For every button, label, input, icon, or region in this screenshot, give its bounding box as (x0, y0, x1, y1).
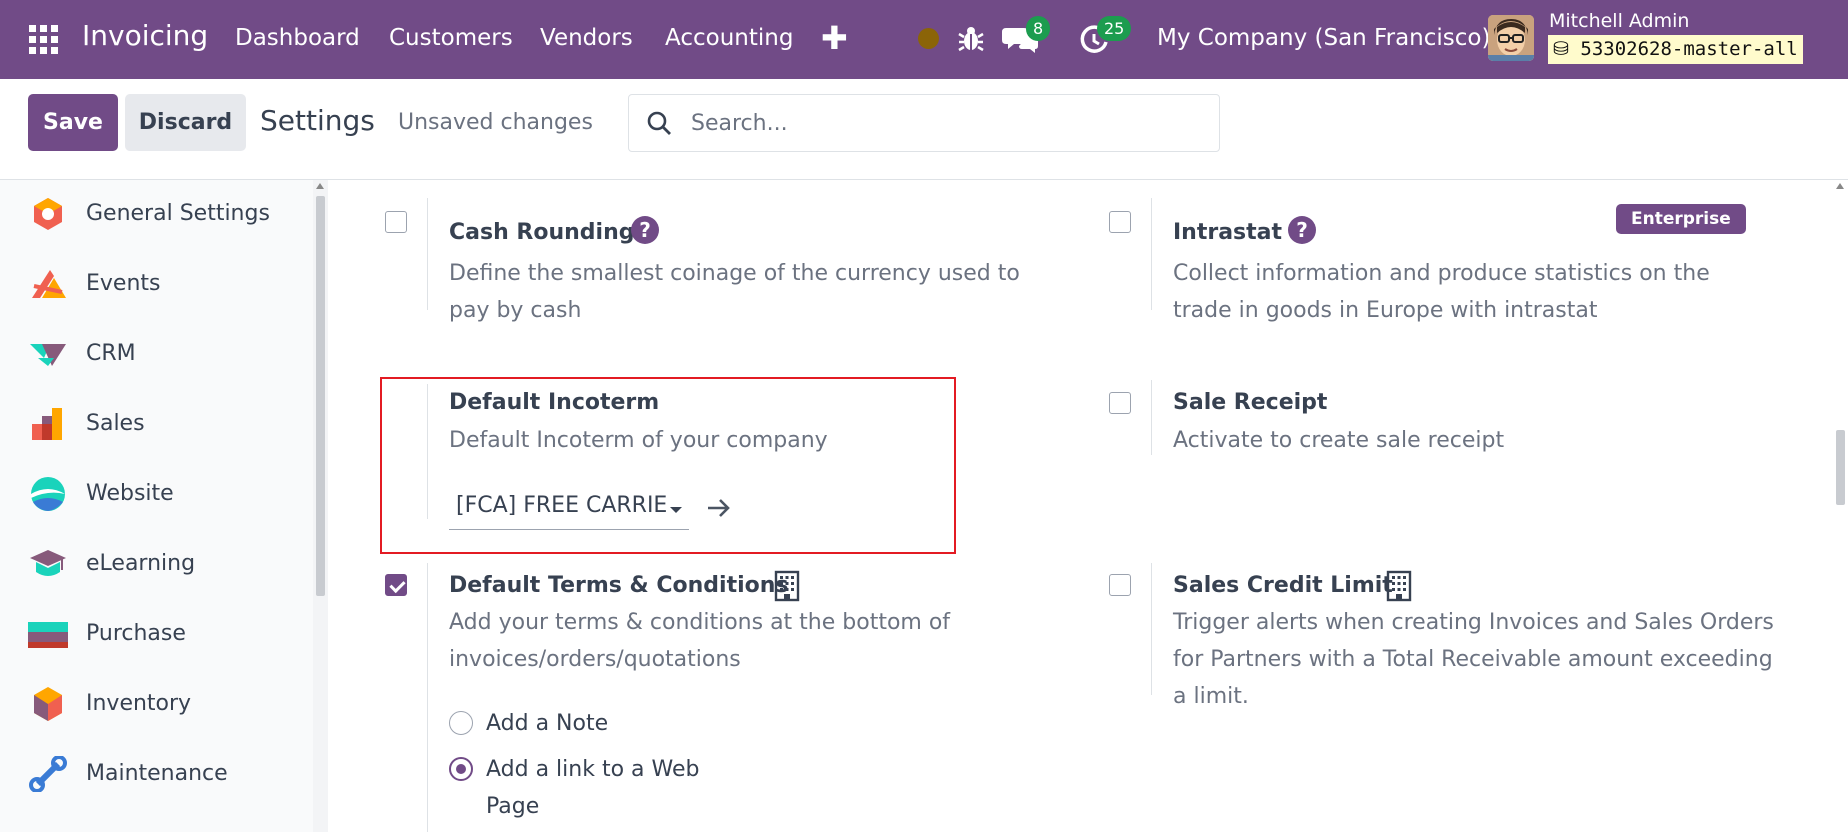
plus-icon[interactable]: ✚ (821, 19, 848, 57)
app-name[interactable]: Invoicing (82, 19, 208, 52)
intrastat-description: Collect information and produce statisti… (1173, 261, 1710, 323)
elearning-icon (28, 546, 68, 582)
terms-conditions-description: Add your terms & conditions at the botto… (449, 610, 951, 672)
search-box[interactable] (628, 94, 1220, 152)
sidebar-item-label: Events (86, 271, 161, 296)
help-icon[interactable]: ? (631, 216, 659, 244)
website-icon (28, 476, 68, 512)
company-building-icon (774, 570, 800, 606)
sales-credit-limit-title: Sales Credit Limit (1173, 573, 1393, 598)
user-avatar[interactable] (1488, 15, 1534, 61)
user-name[interactable]: Mitchell Admin (1549, 10, 1689, 32)
database-badge: ⛁ 53302628-master-all (1548, 35, 1803, 64)
menu-customers[interactable]: Customers (389, 25, 513, 51)
bug-icon[interactable] (956, 24, 986, 58)
database-name: 53302628-master-all (1580, 38, 1798, 60)
terms-conditions-title: Default Terms & Conditions (449, 573, 789, 598)
database-icon: ⛁ (1553, 38, 1569, 60)
sidebar-item-label: eLearning (86, 551, 196, 576)
inventory-icon (28, 686, 68, 722)
enterprise-badge[interactable]: Enterprise (1616, 204, 1746, 234)
discard-button[interactable]: Discard (125, 94, 246, 151)
general-settings-icon (28, 196, 68, 232)
divider (1151, 380, 1152, 455)
sidebar-item-label: Purchase (86, 621, 186, 646)
sidebar-item-label: Website (86, 481, 174, 506)
chat-count-badge: 8 (1026, 16, 1051, 41)
menu-accounting[interactable]: Accounting (665, 25, 793, 51)
intrastat-title: Intrastat (1173, 220, 1283, 245)
sidebar-item-label: General Settings (86, 201, 270, 226)
chevron-down-icon (670, 507, 682, 513)
company-building-icon (1386, 570, 1412, 606)
sidebar-item-label: CRM (86, 341, 136, 366)
app-grid-icon[interactable] (29, 25, 62, 54)
settings-sidebar: General Settings Events CRM Sales Websit… (0, 180, 328, 832)
add-note-radio[interactable] (449, 711, 473, 735)
sales-credit-limit-description: Trigger alerts when creating Invoices an… (1173, 610, 1774, 709)
divider (1151, 198, 1152, 310)
incoterm-select[interactable]: [FCA] FREE CARRIE (449, 487, 689, 530)
default-incoterm-description: Default Incoterm of your company (449, 428, 828, 453)
add-note-label[interactable]: Add a Note (486, 705, 746, 742)
sale-receipt-checkbox[interactable] (1109, 392, 1131, 414)
crm-icon (28, 336, 68, 372)
sidebar-item-inventory[interactable]: Inventory (0, 674, 310, 734)
control-panel: Save Discard Settings Unsaved changes (0, 79, 1848, 180)
sidebar-item-website[interactable]: Website (0, 464, 310, 524)
activity-count-badge: 25 (1097, 16, 1132, 41)
help-icon[interactable]: ? (1288, 216, 1316, 244)
sidebar-item-purchase[interactable]: Purchase (0, 604, 310, 664)
content-scrollbar[interactable] (1833, 180, 1848, 832)
divider (427, 563, 428, 832)
unsaved-changes-indicator: Unsaved changes (398, 110, 593, 135)
settings-content: Cash Rounding ? Define the smallest coin… (328, 180, 1833, 832)
purchase-icon (28, 616, 68, 652)
add-link-label[interactable]: Add a link to a Web Page (486, 751, 746, 825)
sidebar-item-sales[interactable]: Sales (0, 394, 310, 454)
terms-conditions-checkbox[interactable] (385, 574, 407, 596)
search-input[interactable] (691, 105, 1191, 141)
cash-rounding-checkbox[interactable] (385, 211, 407, 233)
cash-rounding-description: Define the smallest coinage of the curre… (449, 261, 1020, 323)
content-scroll-thumb[interactable] (1836, 430, 1845, 505)
sales-credit-limit-checkbox[interactable] (1109, 574, 1131, 596)
sidebar-item-label: Maintenance (86, 761, 228, 786)
status-dot[interactable] (918, 28, 939, 49)
sale-receipt-description: Activate to create sale receipt (1173, 428, 1505, 453)
divider (1151, 563, 1152, 695)
divider (427, 198, 428, 310)
sidebar-item-events[interactable]: Events (0, 254, 310, 314)
events-icon (28, 266, 68, 302)
sidebar-item-maintenance[interactable]: Maintenance (0, 744, 310, 804)
menu-dashboard[interactable]: Dashboard (235, 25, 360, 51)
sidebar-item-crm[interactable]: CRM (0, 324, 310, 384)
sidebar-item-elearning[interactable]: eLearning (0, 534, 310, 594)
add-link-radio[interactable] (449, 757, 473, 781)
divider (427, 384, 428, 519)
default-incoterm-title: Default Incoterm (449, 390, 660, 415)
sale-receipt-title: Sale Receipt (1173, 390, 1328, 415)
page-title: Settings (260, 104, 375, 137)
save-button[interactable]: Save (28, 94, 118, 151)
company-switcher[interactable]: My Company (San Francisco) (1157, 25, 1490, 51)
scroll-up-arrow-icon[interactable] (316, 183, 324, 189)
top-navbar: Invoicing Dashboard Customers Vendors Ac… (0, 0, 1848, 79)
incoterm-select-value: [FCA] FREE CARRIE (456, 493, 668, 518)
intrastat-checkbox[interactable] (1109, 211, 1131, 233)
external-link-arrow-icon[interactable] (706, 495, 732, 525)
scroll-up-arrow-icon[interactable] (1836, 183, 1844, 189)
sidebar-item-label: Inventory (86, 691, 192, 716)
maintenance-icon (28, 755, 68, 793)
menu-vendors[interactable]: Vendors (540, 25, 633, 51)
cash-rounding-title: Cash Rounding (449, 220, 635, 245)
sidebar-scrollbar[interactable] (313, 180, 328, 832)
sidebar-scroll-thumb[interactable] (316, 196, 325, 596)
search-icon (646, 110, 672, 140)
sales-icon (28, 406, 68, 442)
sidebar-item-label: Sales (86, 411, 145, 436)
sidebar-item-general-settings[interactable]: General Settings (0, 184, 310, 244)
